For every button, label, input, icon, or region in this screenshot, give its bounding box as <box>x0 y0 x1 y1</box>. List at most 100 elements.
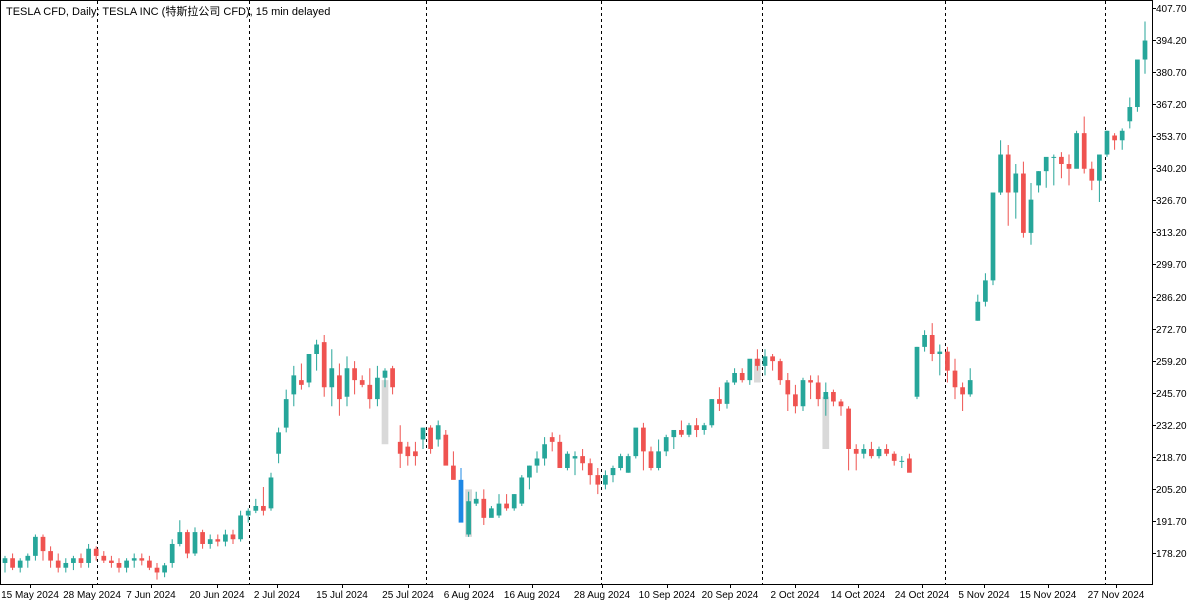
candle-body-18 <box>139 558 145 561</box>
candle-body-60 <box>458 479 464 523</box>
candle-129 <box>983 273 988 307</box>
candle-body-13 <box>101 555 107 561</box>
candle-87 <box>663 434 669 457</box>
candle-body-55 <box>420 427 426 440</box>
candle-body-123 <box>937 351 943 354</box>
candle-114 <box>869 441 874 459</box>
candle-body-30 <box>230 534 236 540</box>
candle-body-116 <box>884 448 889 454</box>
candle-body-1 <box>10 558 15 568</box>
candle-body-70 <box>534 458 540 466</box>
candle-68 <box>519 475 525 506</box>
y-tick-label-3: 218.70 <box>1156 453 1187 464</box>
candle-128 <box>975 294 981 321</box>
candle-49 <box>375 365 380 407</box>
candle-body-37 <box>283 399 289 428</box>
candle-body-111 <box>846 408 851 449</box>
x-tick-label-10: 10 Sep 2024 <box>639 590 696 601</box>
candle-44 <box>337 363 342 416</box>
candle-body-122 <box>929 335 935 354</box>
candle-body-92 <box>701 425 707 430</box>
candle-body-94 <box>717 399 722 404</box>
candle-body-84 <box>641 427 646 452</box>
candle-body-108 <box>823 391 829 400</box>
candle-38 <box>291 365 297 407</box>
candle-81 <box>618 453 623 471</box>
candle-15 <box>116 558 122 573</box>
highlight-shade-0 <box>381 380 389 445</box>
candle-116 <box>884 444 889 457</box>
candle-body-2 <box>17 560 23 568</box>
candle-body-26 <box>200 532 205 544</box>
candle-125 <box>952 358 958 400</box>
y-tick-label-15: 380.70 <box>1156 68 1187 79</box>
candle-121 <box>922 330 927 352</box>
candle-body-23 <box>177 532 183 544</box>
candle-body-87 <box>663 437 669 452</box>
candle-body-100 <box>762 356 768 366</box>
candle-body-132 <box>1005 154 1011 193</box>
candle-body-149 <box>1135 59 1140 108</box>
candle-83 <box>633 427 639 459</box>
candle-body-109 <box>831 391 836 402</box>
candle-70 <box>534 451 540 473</box>
candle-body-59 <box>451 465 456 480</box>
candle-body-117 <box>891 453 897 461</box>
candle-86 <box>656 439 661 471</box>
candle-143 <box>1089 161 1095 191</box>
candle-body-50 <box>382 370 388 378</box>
candle-body-4 <box>33 536 38 556</box>
candle-71 <box>542 437 547 466</box>
candle-body-9 <box>71 558 76 563</box>
y-tick-label-2: 205.20 <box>1156 485 1187 496</box>
candle-78 <box>595 467 601 495</box>
candle-body-41 <box>314 344 319 354</box>
candle-115 <box>876 446 882 459</box>
y-tick-label-5: 245.70 <box>1156 389 1187 400</box>
candle-body-8 <box>63 562 69 568</box>
candle-body-67 <box>511 494 517 509</box>
y-tick-label-10: 313.20 <box>1156 228 1187 239</box>
candle-109 <box>831 389 836 407</box>
candle-122 <box>929 323 935 362</box>
candle-body-110 <box>838 401 844 407</box>
candlestick-chart[interactable]: 178.20 191.70 205.20 218.70 232.20 245.70 259.… <box>0 0 1200 605</box>
candle-95 <box>724 380 730 409</box>
candle-113 <box>861 444 867 459</box>
candle-body-42 <box>321 342 327 388</box>
candle-body-83 <box>633 427 639 457</box>
candle-85 <box>648 446 654 471</box>
candle-body-138 <box>1051 156 1057 158</box>
x-tick-label-1: 28 May 2024 <box>63 590 121 601</box>
candle-73 <box>557 434 563 468</box>
candle-74 <box>565 451 570 471</box>
candle-97 <box>739 368 745 383</box>
candle-4 <box>33 534 38 561</box>
candle-body-139 <box>1059 156 1064 165</box>
candle-body-66 <box>504 503 509 509</box>
x-tick-label-11: 20 Sep 2024 <box>702 590 759 601</box>
candle-body-98 <box>747 358 753 381</box>
x-tick-label-5: 15 Jul 2024 <box>316 590 368 601</box>
candle-8 <box>63 558 69 573</box>
candle-body-68 <box>519 477 525 504</box>
x-tick-label-15: 5 Nov 2024 <box>958 590 1010 601</box>
x-tick-label-4: 2 Jul 2024 <box>254 590 301 601</box>
plot-border <box>0 0 1153 585</box>
candle-body-11 <box>86 548 91 563</box>
candle-25 <box>192 527 198 556</box>
y-tick-label-12: 340.20 <box>1156 164 1187 175</box>
candle-88 <box>671 429 677 449</box>
x-tick-label-17: 27 Nov 2024 <box>1088 590 1145 601</box>
candle-body-89 <box>679 429 684 435</box>
candle-body-147 <box>1119 130 1125 141</box>
candle-126 <box>960 382 965 411</box>
candle-46 <box>352 361 357 395</box>
candle-105 <box>800 377 806 411</box>
candle-144 <box>1097 154 1102 203</box>
candle-body-95 <box>724 382 730 404</box>
candle-100 <box>762 349 768 376</box>
x-tick-label-0: 15 May 2024 <box>1 590 59 601</box>
candle-body-54 <box>413 451 418 457</box>
candle-body-93 <box>709 399 715 426</box>
